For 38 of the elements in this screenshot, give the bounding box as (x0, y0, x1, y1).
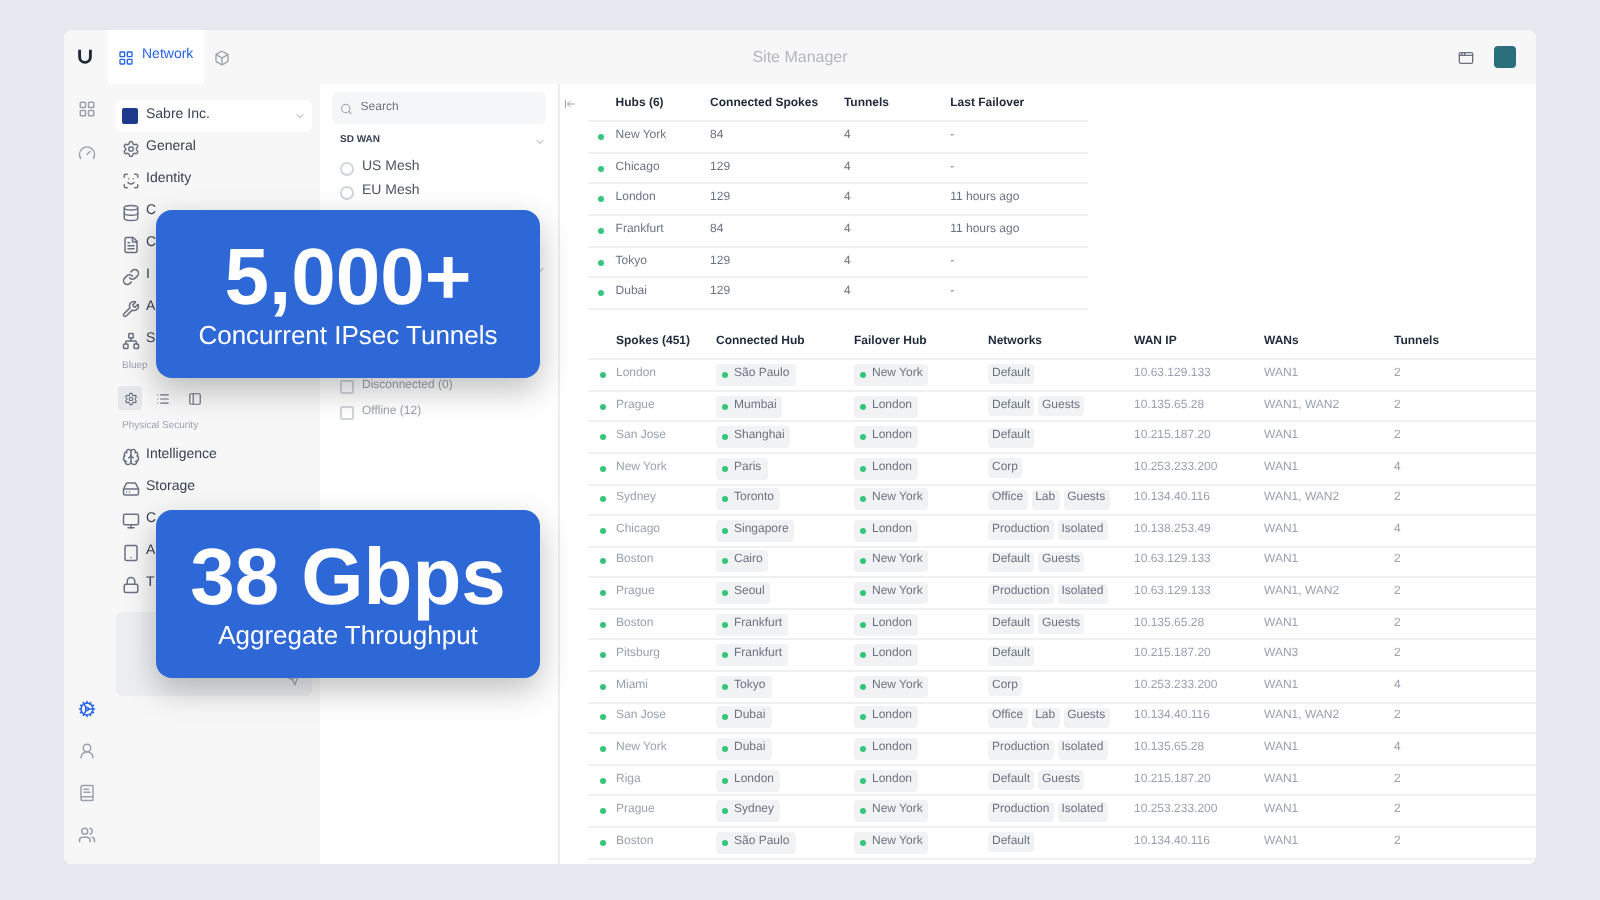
checkbox[interactable] (340, 380, 354, 394)
document-icon (122, 235, 140, 253)
app-icon (118, 49, 134, 65)
radio-button[interactable] (340, 185, 354, 199)
logo-icon (76, 48, 94, 66)
checkbox[interactable] (340, 406, 354, 420)
app-icon[interactable] (213, 49, 230, 65)
person-icon[interactable] (77, 742, 95, 760)
network-icon (122, 331, 140, 349)
search-icon (340, 101, 353, 115)
list-icon (155, 391, 169, 405)
wrench-icon (122, 299, 140, 317)
link-icon (122, 267, 140, 285)
book-icon[interactable] (77, 784, 95, 802)
gear-icon (122, 139, 140, 157)
panel-icon (187, 391, 201, 405)
stat-value: 38 Gbps (190, 536, 506, 620)
monitor-icon (122, 511, 140, 529)
panel-icon[interactable] (1458, 49, 1474, 65)
stat-value: 5,000+ (224, 236, 472, 320)
users-icon[interactable] (77, 826, 95, 844)
database-icon (122, 203, 140, 221)
gauge-icon[interactable] (77, 144, 95, 162)
tablet-icon (122, 543, 140, 561)
view-button[interactable] (118, 386, 142, 410)
collapse-icon[interactable] (564, 98, 576, 110)
radio-button[interactable] (340, 161, 354, 175)
avatar[interactable] (1494, 46, 1516, 68)
stat-caption: Concurrent IPsec Tunnels (198, 320, 498, 352)
settings-icon[interactable] (77, 700, 95, 718)
stat-caption: Aggregate Throughput (218, 620, 478, 652)
lock-icon (122, 575, 140, 593)
grid-icon[interactable] (77, 100, 95, 118)
brain-icon (122, 447, 140, 465)
window-title: Site Manager (752, 45, 848, 69)
organization-logo (122, 108, 138, 124)
storage-icon (122, 479, 140, 497)
gear-icon (123, 391, 137, 405)
